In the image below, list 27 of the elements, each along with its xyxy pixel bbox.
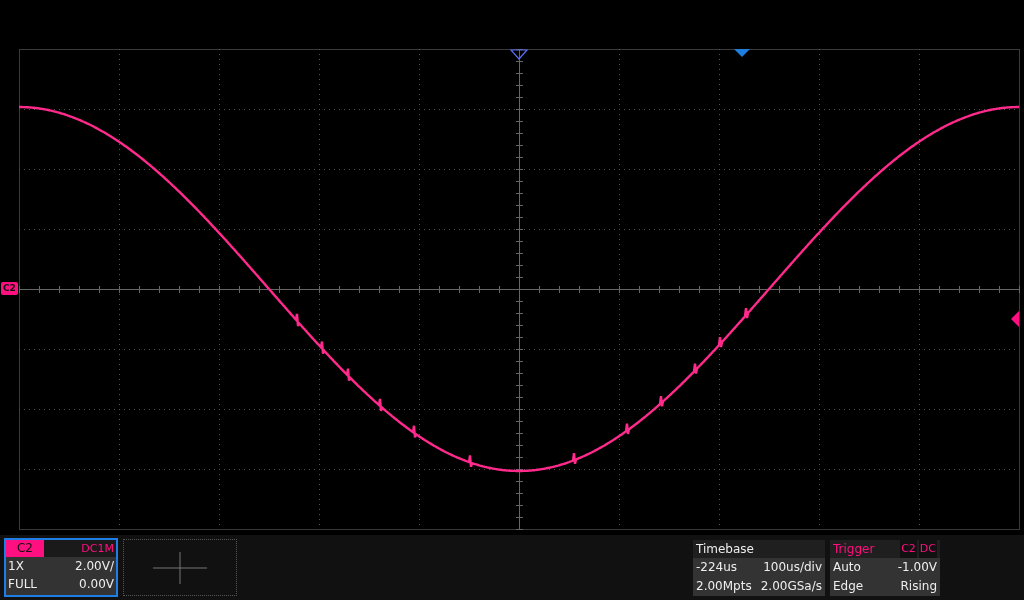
channel-marker[interactable]: C2 (1, 282, 18, 295)
probe-label: 1X (8, 558, 24, 575)
offset-value: 0.00V (79, 576, 114, 593)
timebase-scale: 100us/div (763, 558, 822, 576)
channel-label: C2 (6, 540, 44, 557)
trigger-type: Edge (833, 577, 864, 595)
trigger-position-icon[interactable] (509, 49, 529, 60)
timebase-title: Timebase (696, 540, 754, 558)
trigger-panel[interactable]: Trigger C2 DC Auto -1.00V Edge Rising (830, 539, 940, 596)
add-channel-slot[interactable] (123, 539, 237, 596)
sample-rate: 2.00GSa/s (760, 577, 822, 595)
trigger-coupling: DC (918, 539, 937, 558)
trigger-source: C2 (900, 539, 917, 558)
delay-marker-icon[interactable] (734, 49, 750, 57)
coupling-label: DC1M (80, 541, 115, 557)
bandwidth-label: FULL (8, 576, 38, 593)
vertical-scale: 2.00V/ (75, 558, 114, 575)
trigger-mode: Auto (833, 558, 861, 576)
memory-depth: 2.00Mpts (696, 577, 752, 595)
trigger-title: Trigger (833, 540, 875, 558)
channel-panel[interactable]: C2 DC1M 1X 2.00V/ FULL 0.00V (4, 538, 118, 597)
plus-icon (153, 551, 207, 584)
trigger-slope: Rising (900, 577, 937, 595)
trigger-level-icon[interactable] (1011, 311, 1019, 327)
delay-value: -224us (696, 558, 738, 576)
trigger-level: -1.00V (897, 558, 937, 576)
timebase-panel[interactable]: Timebase -224us 100us/div 2.00Mpts 2.00GSa/s (693, 539, 825, 596)
